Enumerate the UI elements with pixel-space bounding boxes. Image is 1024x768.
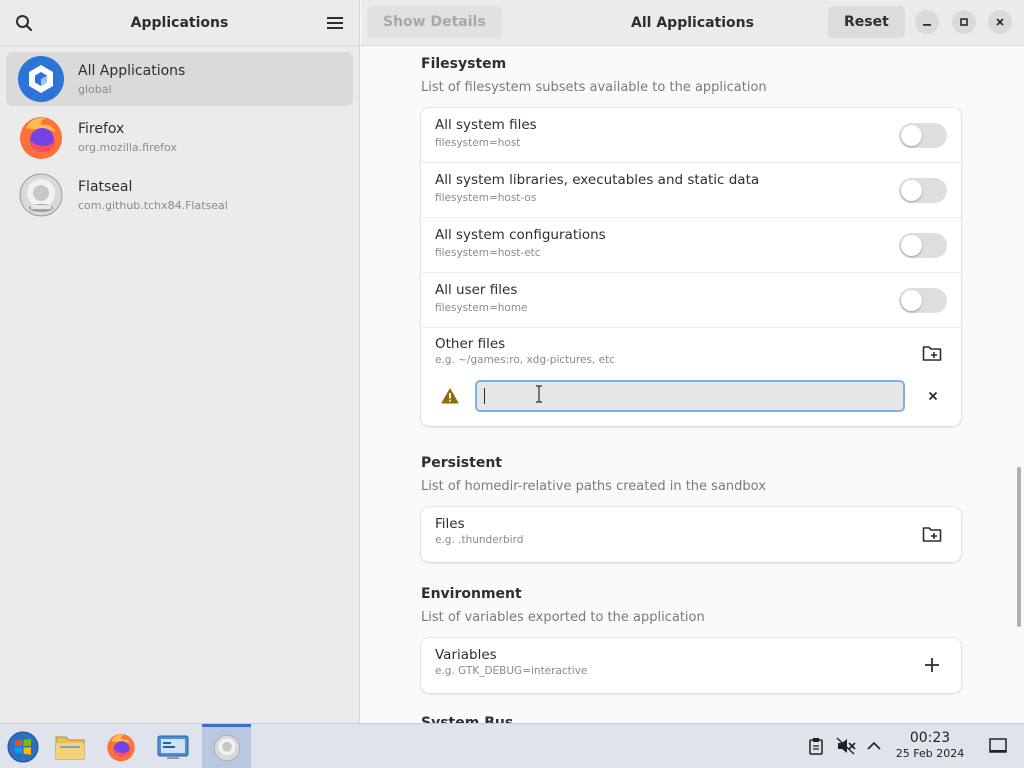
show-details-button[interactable]: Show Details [367,6,502,38]
filesystem-section: Filesystem List of filesystem subsets av… [421,56,961,426]
add-folder-icon[interactable] [921,523,943,545]
clipboard-icon[interactable] [806,736,826,756]
persistent-section: Persistent List of homedir-relative path… [421,455,961,562]
app-id: com.github.tchx84.Flatseal [78,198,228,212]
hamburger-menu-icon[interactable] [323,11,347,35]
filesystem-card: All system files filesystem=host All sys… [421,108,961,426]
section-description: List of homedir-relative paths created i… [421,479,766,494]
row-subtitle: e.g. ~/games:ro, xdg-pictures, etc [435,354,615,366]
row-subtitle: filesystem=host-os [435,192,537,204]
section-title: System Bus [421,715,514,723]
warning-icon [441,388,459,408]
add-folder-icon[interactable] [921,342,943,364]
volume-muted-icon[interactable] [836,736,856,756]
firefox-icon [18,114,64,160]
text-cursor-icon [535,385,543,407]
show-desktop-icon[interactable] [988,736,1008,756]
row-title: All system configurations [435,227,606,243]
row-title: All user files [435,282,518,298]
permission-row-home: All user files filesystem=home [421,273,961,328]
row-title: Other files [435,336,506,352]
environment-card: Variables e.g. GTK_DEBUG=interactive [421,638,961,693]
app-id: global [78,82,112,96]
remove-entry-icon[interactable] [923,386,943,406]
permission-row-host-etc: All system configurations filesystem=hos… [421,218,961,273]
permission-row-host-os: All system libraries, executables and st… [421,163,961,218]
sidebar-header: Applications [0,0,359,46]
main-header: All Applications Show Details Reset [361,0,1024,46]
row-title: Files [435,516,465,532]
environment-variables-row: Variables e.g. GTK_DEBUG=interactive [421,638,961,693]
start-menu-icon[interactable] [0,724,46,768]
other-files-entry-row [421,376,961,426]
app-item-firefox[interactable]: Firefox org.mozilla.firefox [6,110,353,164]
chevron-up-icon[interactable] [864,736,884,756]
permissions-content[interactable]: Filesystem List of filesystem subsets av… [361,47,1024,723]
reset-button[interactable]: Reset [828,6,905,38]
app-item-all-applications[interactable]: All Applications global [6,52,353,106]
system-bus-section: System Bus [421,715,961,723]
minimize-icon[interactable] [915,10,939,34]
app-name: Firefox [78,120,125,137]
permission-row-host: All system files filesystem=host [421,108,961,163]
row-title: All system files [435,117,537,133]
section-title: Filesystem [421,56,507,72]
add-icon[interactable] [921,654,943,676]
persistent-files-row: Files e.g. .thunderbird [421,507,961,562]
all-applications-icon [18,56,64,102]
sidebar-title: Applications [130,14,229,31]
file-manager-icon[interactable] [47,724,93,768]
section-description: List of variables exported to the applic… [421,610,705,625]
row-subtitle: e.g. GTK_DEBUG=interactive [435,665,588,677]
clock-date: 25 Feb 2024 [895,747,965,760]
row-title: Variables [435,647,497,663]
row-subtitle: e.g. .thunderbird [435,534,524,546]
text-caret [484,388,485,404]
maximize-icon[interactable] [952,10,976,34]
persistent-card: Files e.g. .thunderbird [421,507,961,562]
app-name: Flatseal [78,178,133,195]
other-files-row: Other files e.g. ~/games:ro, xdg-picture… [421,328,961,376]
sidebar: Applications All Applications global Fir… [0,0,360,723]
search-icon[interactable] [12,11,36,35]
app-id: org.mozilla.firefox [78,140,177,154]
toggle-switch[interactable] [899,123,947,148]
control-panel-icon[interactable] [150,724,196,768]
flatseal-icon [18,172,64,218]
close-icon[interactable] [988,10,1012,34]
toggle-switch[interactable] [899,288,947,313]
row-subtitle: filesystem=host-etc [435,247,541,259]
taskbar: 00:23 25 Feb 2024 [0,723,1024,768]
section-title: Environment [421,586,522,602]
flatseal-taskbar-icon[interactable] [202,724,251,768]
section-title: Persistent [421,455,502,471]
firefox-taskbar-icon[interactable] [98,724,144,768]
clock[interactable]: 00:23 25 Feb 2024 [886,730,974,760]
row-subtitle: filesystem=host [435,137,521,149]
clock-time: 00:23 [909,730,951,746]
section-description: List of filesystem subsets available to … [421,80,767,95]
row-title: All system libraries, executables and st… [435,172,760,188]
app-item-flatseal[interactable]: Flatseal com.github.tchx84.Flatseal [6,168,353,222]
scrollbar[interactable] [1017,467,1021,627]
row-subtitle: filesystem=home [435,302,528,314]
app-list: All Applications global Firefox org.mozi… [0,46,359,222]
toggle-switch[interactable] [899,233,947,258]
toggle-switch[interactable] [899,178,947,203]
app-name: All Applications [78,62,186,79]
environment-section: Environment List of variables exported t… [421,586,961,693]
